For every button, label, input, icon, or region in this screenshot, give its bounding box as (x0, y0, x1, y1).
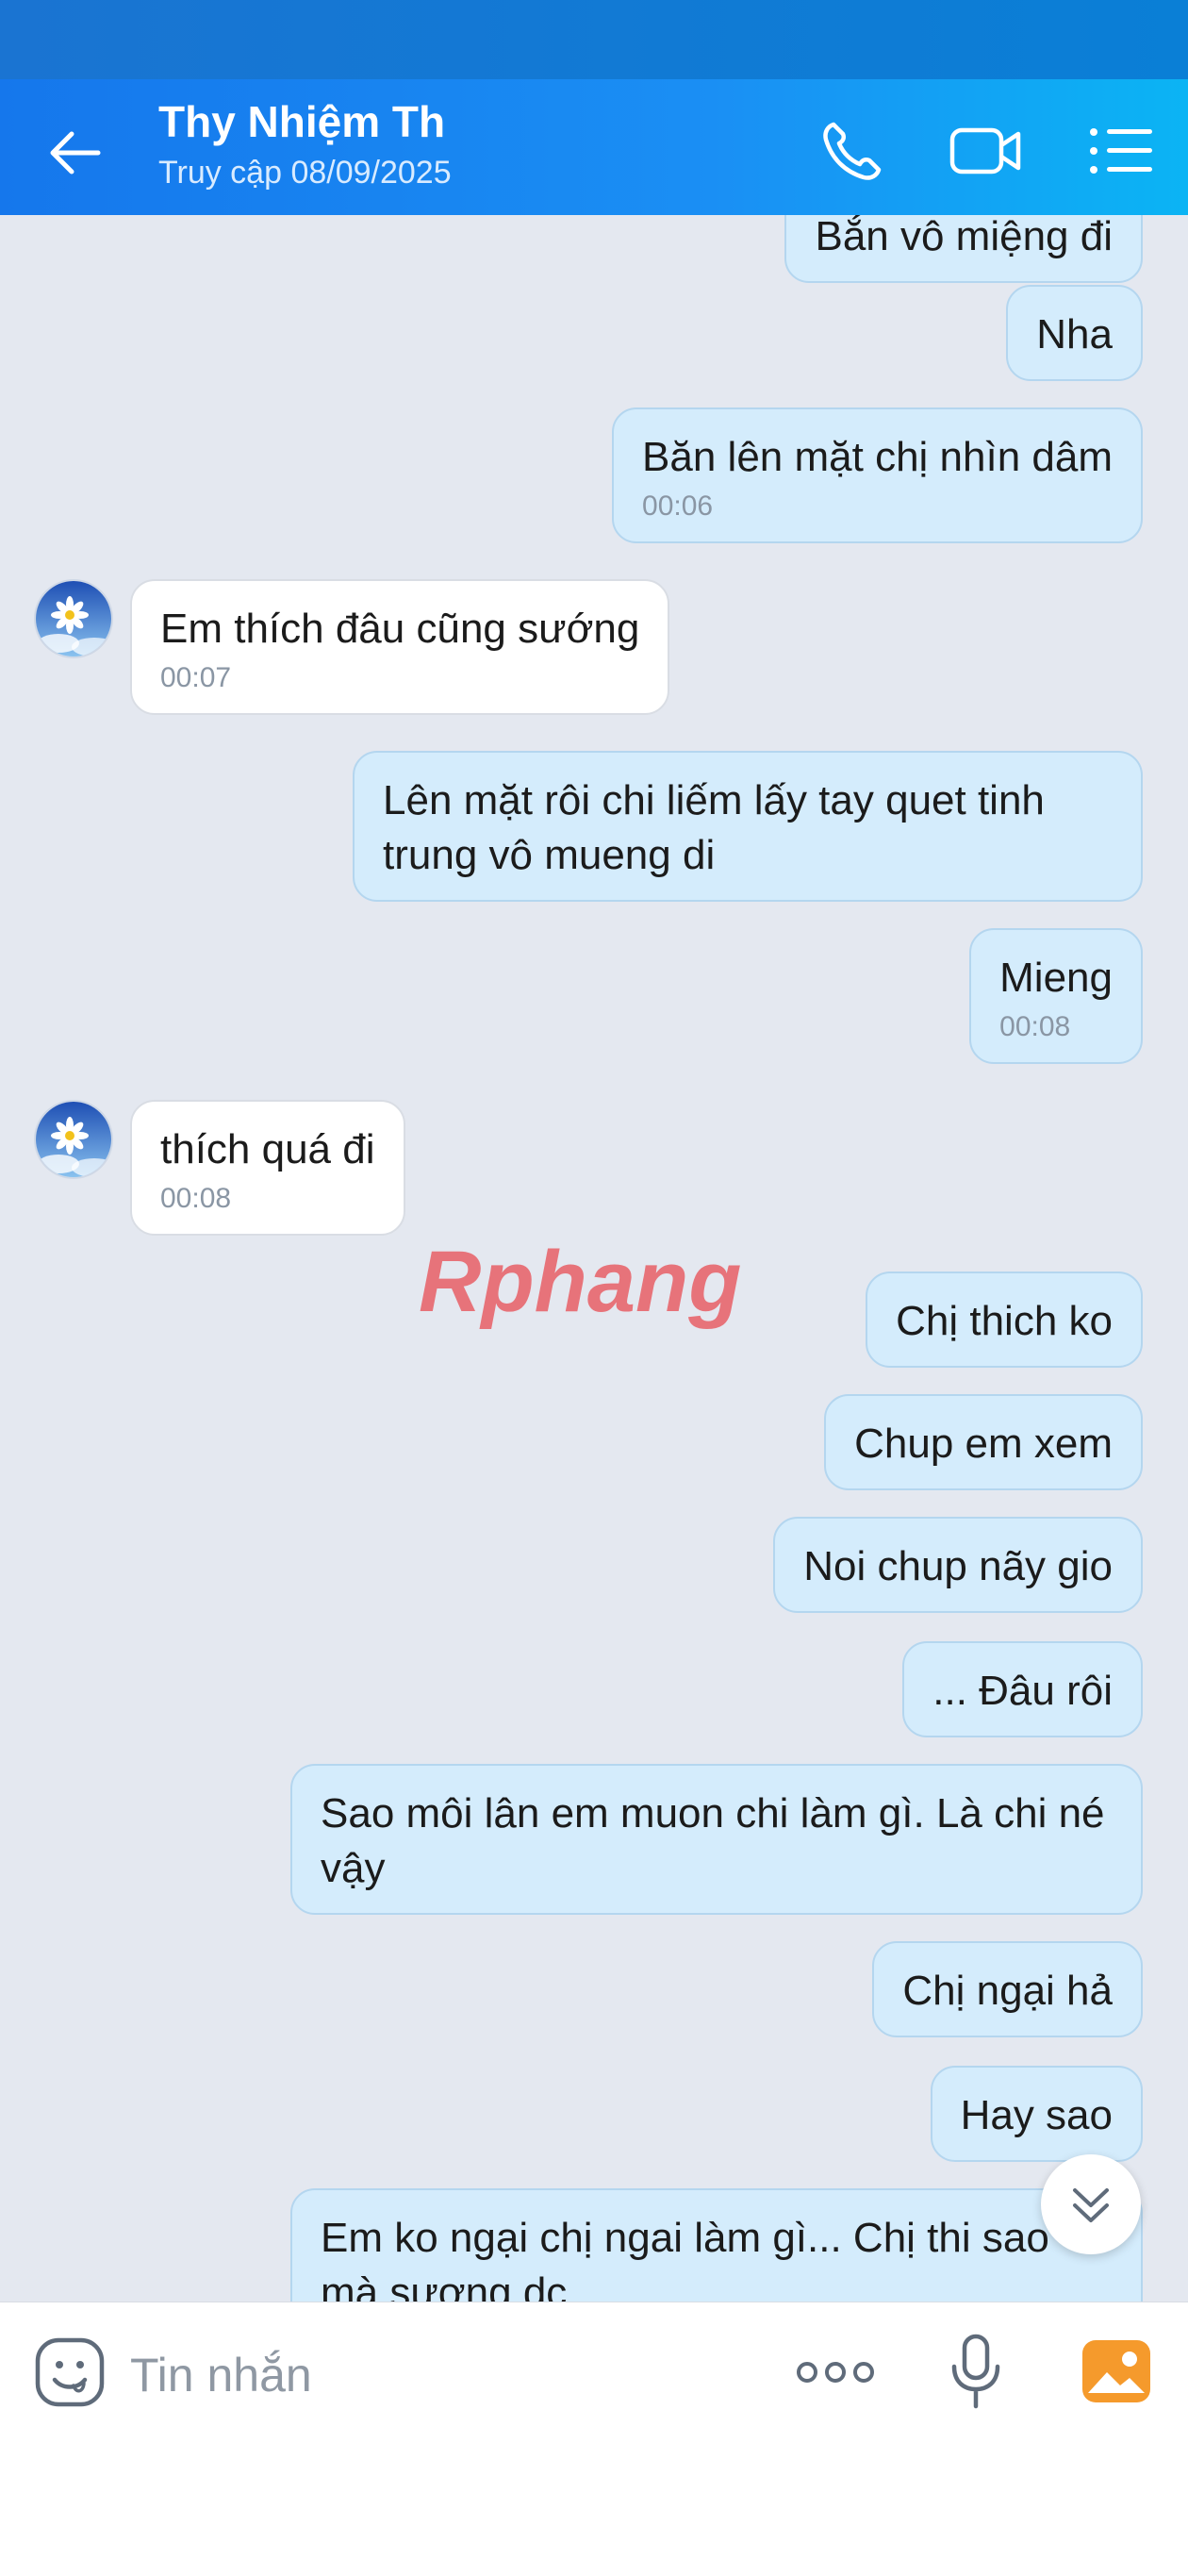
chat-header: Thy Nhiệm Th Truy cập 08/09/2025 (0, 79, 1188, 215)
message-text: Chup em xem (854, 1421, 1113, 1467)
back-arrow-icon (50, 131, 101, 175)
message-bubble-outgoing[interactable]: Băn lên mặt chị nhìn dâm 00:06 (612, 407, 1143, 543)
message-text: Sao môi lân em muon chi làm gì. Là chi n… (321, 1790, 1105, 1891)
message-bubble-outgoing[interactable]: Mieng 00:08 (969, 928, 1143, 1064)
message-time: 00:08 (999, 1011, 1071, 1042)
emoji-face-icon (35, 2337, 105, 2407)
message-text: ... Đâu rôi (932, 1668, 1113, 1714)
message-bubble-outgoing[interactable]: Chup em xem (824, 1394, 1143, 1490)
double-chevron-down-icon (1073, 2188, 1109, 2222)
message-text: Bắn vô miệng đi (815, 215, 1113, 259)
scroll-to-bottom-button[interactable] (1041, 2154, 1141, 2254)
call-button[interactable] (811, 111, 890, 191)
message-text: Mieng (999, 955, 1113, 1001)
message-bubble-outgoing[interactable]: Lên mặt rôi chi liếm lấy tay quet tinh t… (353, 751, 1143, 902)
daisy-avatar-image (36, 581, 111, 656)
voice-message-button[interactable] (943, 2331, 1009, 2412)
video-call-button[interactable] (947, 111, 1026, 191)
back-button[interactable] (38, 113, 117, 192)
message-text: Chị thich ko (896, 1298, 1113, 1344)
more-dots-icon (797, 2362, 874, 2383)
chat-menu-button[interactable] (1081, 111, 1160, 191)
message-time: 00:06 (642, 490, 714, 522)
message-bubble-outgoing[interactable]: Bắn vô miệng đi (784, 215, 1143, 283)
contact-name[interactable]: Thy Nhiệm Th (158, 96, 445, 147)
message-input[interactable] (128, 2340, 698, 2410)
daisy-avatar-image (36, 1102, 111, 1177)
message-text: Noi chup nãy gio (803, 1543, 1113, 1589)
more-options-button[interactable] (792, 2344, 879, 2401)
message-text: Em thích đâu cũng sướng (160, 606, 640, 652)
message-bubble-outgoing[interactable]: Em ko ngại chị ngai làm gì... Chị thi sa… (290, 2188, 1143, 2302)
status-bar (0, 0, 1188, 79)
message-text: Băn lên mặt chị nhìn dâm (642, 434, 1113, 480)
contact-avatar[interactable] (34, 1100, 113, 1179)
watermark-text: Rphang (419, 1234, 741, 1330)
message-bubble-outgoing[interactable]: Nha (1006, 285, 1143, 381)
message-bubble-incoming[interactable]: Em thích đâu cũng sướng 00:07 (130, 579, 670, 715)
message-bubble-outgoing[interactable]: Sao môi lân em muon chi làm gì. Là chi n… (290, 1764, 1143, 1915)
message-time: 00:07 (160, 662, 232, 693)
gallery-image-icon (1082, 2340, 1150, 2402)
phone-icon (823, 122, 882, 180)
message-text: Lên mặt rôi chi liếm lấy tay quet tinh t… (383, 777, 1045, 878)
last-seen-status: Truy cập 08/09/2025 (158, 155, 452, 191)
message-bubble-outgoing[interactable]: Hay sao (930, 2066, 1143, 2162)
list-menu-icon (1090, 128, 1152, 174)
sticker-button[interactable] (34, 2336, 106, 2408)
video-camera-icon (949, 127, 1021, 175)
microphone-icon (951, 2334, 1000, 2409)
send-image-button[interactable] (1081, 2338, 1152, 2404)
message-bubble-outgoing[interactable]: Chị ngại hả (872, 1941, 1143, 2037)
message-bubble-outgoing[interactable]: Chị thich ko (866, 1271, 1143, 1368)
message-bubble-outgoing[interactable]: Noi chup nãy gio (773, 1517, 1143, 1613)
message-text: thích quá đi (160, 1126, 375, 1172)
watermark-logo: Rphang (419, 1234, 741, 1330)
message-text: Nha (1036, 311, 1113, 357)
message-time: 00:08 (160, 1183, 232, 1214)
message-text: Hay sao (960, 2092, 1113, 2138)
message-bubble-incoming[interactable]: thích quá đi 00:08 (130, 1100, 405, 1236)
message-bubble-outgoing[interactable]: ... Đâu rôi (902, 1641, 1143, 1737)
message-text: Chị ngại hả (902, 1968, 1113, 2014)
message-text: Em ko ngại chị ngai làm gì... Chị thi sa… (321, 2215, 1049, 2302)
contact-avatar[interactable] (34, 579, 113, 658)
message-composer (0, 2302, 1188, 2576)
